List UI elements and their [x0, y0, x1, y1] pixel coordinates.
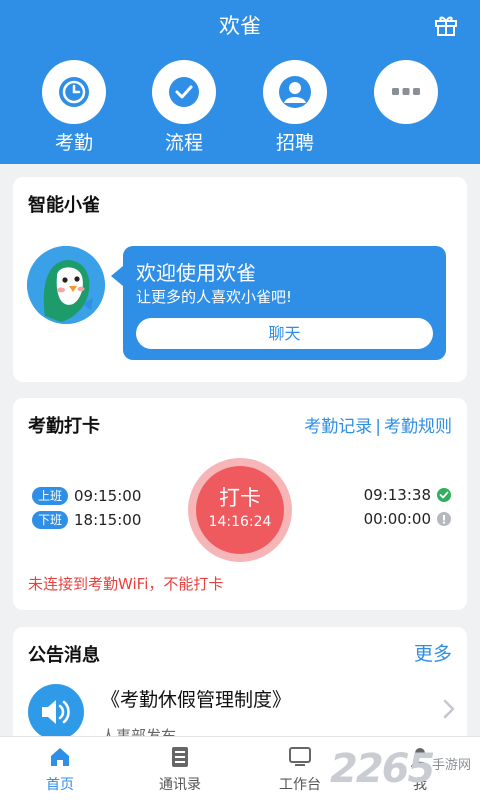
welcome-subtitle: 让更多的人喜欢小雀吧! [136, 288, 293, 306]
person-icon [279, 76, 311, 108]
tab-home[interactable]: 首页 [0, 737, 120, 800]
shift-on-row: 上班 09:15:00 [32, 486, 141, 505]
watermark-logo: 2265 手游网 [330, 744, 480, 796]
quick-attendance-label: 考勤 [54, 132, 93, 154]
header: 欢雀 考勤 流程 招聘 [0, 0, 480, 164]
punch-button[interactable]: 打卡 14:16:24 [196, 466, 284, 554]
assistant-title: 智能小雀 [28, 195, 100, 216]
attendance-links: 考勤记录 | 考勤规则 [304, 412, 452, 437]
attendance-card: 考勤打卡 考勤记录 | 考勤规则 上班 09:15:00 下班 18:15:00 打卡 … [13, 398, 467, 610]
quick-recruit-label: 招聘 [275, 132, 314, 154]
home-icon [51, 748, 69, 766]
tab-contacts-label: 通讯录 [159, 777, 201, 793]
announcement-item-title[interactable]: 《考勤休假管理制度》 [101, 685, 291, 712]
tab-home-label: 首页 [46, 777, 74, 793]
watermark-text: 手游网 [432, 758, 472, 773]
more-link[interactable]: 更多 [414, 639, 452, 666]
chevron-right-icon[interactable] [443, 699, 455, 719]
quick-recruit-button[interactable]: 招聘 [263, 60, 327, 155]
link-separator: | [375, 417, 381, 437]
on-duty-time: 09:15:00 [74, 486, 142, 505]
assistant-card: 智能小雀 欢迎使用欢雀 让更多的人喜欢小雀吧! 聊天 [13, 177, 467, 382]
wifi-warning: 未连接到考勤WiFi，不能打卡 [28, 575, 224, 593]
off-duty-time: 18:15:00 [74, 510, 142, 529]
tab-contacts[interactable]: 通讯录 [120, 737, 240, 800]
chat-button[interactable]: 聊天 [136, 318, 433, 349]
welcome-bubble: 欢迎使用欢雀 让更多的人喜欢小雀吧! 聊天 [111, 246, 446, 360]
punch-button-ring[interactable]: 打卡 14:16:24 [188, 458, 292, 562]
watermark-number: 2265 [330, 746, 435, 792]
clock-icon [59, 77, 89, 107]
gift-icon[interactable] [434, 14, 458, 36]
punch-label: 打卡 [219, 486, 261, 510]
check-ok-icon [437, 487, 451, 502]
contacts-book-icon [172, 747, 188, 767]
welcome-title: 欢迎使用欢雀 [136, 261, 256, 285]
app-title: 欢雀 [219, 14, 261, 38]
more-dots-icon [392, 88, 420, 95]
quick-process-label: 流程 [164, 132, 203, 154]
off-record-row: 00:00:00 [364, 510, 451, 528]
quick-process-button[interactable]: 流程 [152, 60, 216, 155]
on-record-row: 09:13:38 [364, 486, 451, 504]
on-duty-tag: 上班 [32, 486, 68, 505]
punch-clock: 14:16:24 [208, 514, 272, 530]
on-record-time: 09:13:38 [363, 486, 431, 504]
quick-attendance-button[interactable]: 考勤 [42, 60, 106, 155]
quick-more-button[interactable] [374, 60, 438, 124]
speaker-icon [28, 684, 84, 740]
off-duty-tag: 下班 [32, 510, 68, 529]
attendance-title: 考勤打卡 [28, 416, 100, 437]
check-circle-icon [169, 77, 199, 107]
attendance-rules-link[interactable]: 考勤规则 [384, 417, 452, 437]
shift-off-row: 下班 18:15:00 [32, 510, 141, 529]
monitor-icon [289, 747, 311, 766]
attendance-record-link[interactable]: 考勤记录 [304, 417, 372, 437]
off-record-time: 00:00:00 [363, 510, 431, 528]
announcement-title: 公告消息 [28, 645, 100, 666]
exclamation-icon [437, 511, 451, 526]
bird-mascot-avatar [27, 246, 105, 324]
